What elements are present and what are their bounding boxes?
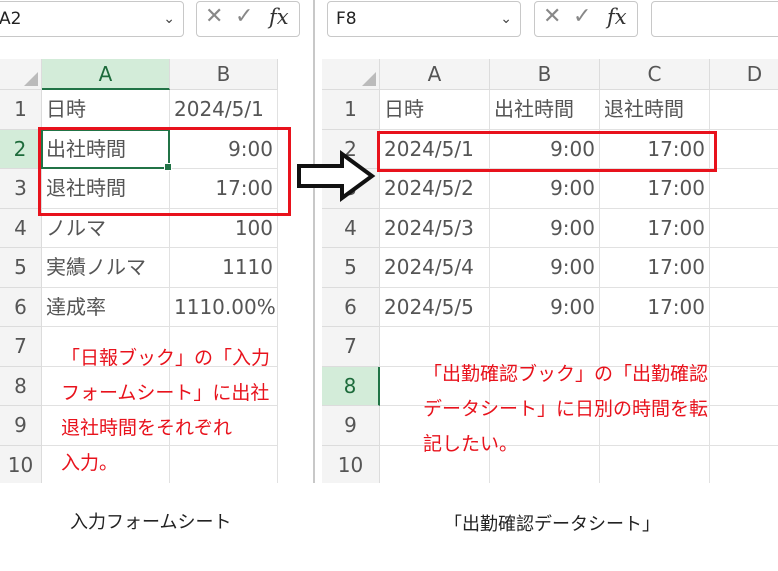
right-cell-D4[interactable]	[710, 209, 778, 248]
right-cell-D2[interactable]	[710, 130, 778, 169]
right-formula-buttons: ✕ ✓ fx	[534, 1, 638, 37]
right-cell-A1[interactable]: 日時	[380, 90, 490, 130]
right-cell-C4[interactable]: 17:00	[600, 208, 710, 248]
left-caption: 入力フォームシート	[70, 512, 232, 533]
left-cell-A5[interactable]: 実績ノルマ	[42, 248, 170, 288]
right-cell-A3[interactable]: 2024/5/2	[380, 169, 490, 209]
right-row-header-9[interactable]: 9	[322, 406, 380, 446]
right-cell-C5[interactable]: 17:00	[600, 248, 710, 288]
left-row-header-3[interactable]: 3	[0, 169, 42, 209]
select-all-triangle-icon	[24, 72, 38, 86]
left-row-header-1[interactable]: 1	[0, 90, 42, 130]
right-row-header-5[interactable]: 5	[322, 248, 380, 288]
dropdown-chevron-icon[interactable]: ⌄	[500, 2, 512, 36]
right-cell-D1[interactable]	[710, 90, 778, 130]
right-row-header-8[interactable]: 8	[322, 366, 380, 406]
right-cell-D9[interactable]	[710, 406, 778, 446]
right-cell-D10[interactable]	[710, 446, 778, 484]
left-formula-buttons: ✕ ✓ fx	[196, 1, 300, 37]
left-row-header-6[interactable]: 6	[0, 287, 42, 327]
right-cell-B6[interactable]: 9:00	[490, 287, 600, 327]
left-row-header-10[interactable]: 10	[0, 445, 42, 483]
right-column-header-B[interactable]: B	[490, 59, 600, 90]
left-name-box[interactable]: A2 ⌄	[0, 1, 184, 37]
right-cell-D7[interactable]	[710, 327, 778, 367]
fx-icon[interactable]: fx	[607, 5, 627, 29]
right-arrow-icon	[297, 150, 376, 202]
left-name-box-value: A2	[0, 9, 22, 29]
left-row-header-9[interactable]: 9	[0, 406, 42, 446]
right-cell-D5[interactable]	[710, 248, 778, 288]
right-cell-B4[interactable]: 9:00	[490, 208, 600, 248]
right-select-all-corner[interactable]	[322, 59, 380, 90]
left-cell-B6[interactable]: 1110.00%	[170, 287, 278, 327]
right-cell-D8[interactable]	[710, 367, 778, 406]
confirm-check-icon[interactable]: ✓	[235, 4, 253, 29]
right-column-header-C[interactable]: C	[600, 59, 710, 90]
right-cell-A4[interactable]: 2024/5/3	[380, 208, 490, 248]
fx-icon[interactable]: fx	[269, 5, 289, 29]
cancel-x-icon[interactable]: ✕	[205, 4, 223, 29]
left-column-header-B[interactable]: B	[170, 59, 278, 90]
dropdown-chevron-icon[interactable]: ⌄	[163, 2, 175, 36]
right-cell-D6[interactable]	[710, 288, 778, 327]
right-row-header-1[interactable]: 1	[322, 90, 380, 130]
right-row-header-7[interactable]: 7	[322, 327, 380, 367]
right-formula-input[interactable]	[651, 1, 778, 37]
right-row-header-10[interactable]: 10	[322, 445, 380, 483]
right-cell-B5[interactable]: 9:00	[490, 248, 600, 288]
window-divider	[313, 0, 315, 483]
select-all-triangle-icon	[362, 72, 376, 86]
left-annotation: 「日報ブック」の「入力 フォームシート」に出社 退社時間をそれぞれ 入力。	[61, 347, 271, 474]
right-row-header-6[interactable]: 6	[322, 287, 380, 327]
right-cell-C6[interactable]: 17:00	[600, 287, 710, 327]
right-highlight-box	[377, 131, 717, 172]
left-column-header-A[interactable]: A	[42, 59, 170, 90]
right-cell-C1[interactable]: 退社時間	[600, 90, 710, 130]
right-cell-B1[interactable]: 出社時間	[490, 90, 600, 130]
left-row-header-2[interactable]: 2	[0, 129, 42, 169]
right-column-header-D[interactable]: D	[710, 59, 778, 90]
left-cell-B1[interactable]: 2024/5/1	[170, 90, 278, 130]
right-caption: 「出勤確認データシート」	[444, 514, 660, 535]
left-cell-B5[interactable]: 1110	[170, 248, 278, 288]
left-row-header-7[interactable]: 7	[0, 327, 42, 367]
right-cell-A6[interactable]: 2024/5/5	[380, 287, 490, 327]
left-select-all-corner[interactable]	[0, 59, 42, 90]
left-row-header-4[interactable]: 4	[0, 208, 42, 248]
right-annotation: 「出勤確認ブック」の「出勤確認 データシート」に日別の時間を転 記したい。	[423, 363, 709, 455]
right-name-box[interactable]: F8 ⌄	[327, 1, 521, 37]
right-name-box-value: F8	[336, 9, 357, 29]
right-cell-D3[interactable]	[710, 169, 778, 209]
left-row-header-5[interactable]: 5	[0, 248, 42, 288]
left-row-header-8[interactable]: 8	[0, 366, 42, 406]
left-highlight-box	[38, 127, 291, 216]
right-cell-B3[interactable]: 9:00	[490, 169, 600, 209]
left-cell-A6[interactable]: 達成率	[42, 287, 170, 327]
confirm-check-icon[interactable]: ✓	[573, 4, 591, 29]
right-cell-A5[interactable]: 2024/5/4	[380, 248, 490, 288]
right-row-header-4[interactable]: 4	[322, 208, 380, 248]
cancel-x-icon[interactable]: ✕	[543, 4, 561, 29]
right-column-header-A[interactable]: A	[380, 59, 490, 90]
left-cell-A1[interactable]: 日時	[42, 90, 170, 130]
right-cell-C3[interactable]: 17:00	[600, 169, 710, 209]
